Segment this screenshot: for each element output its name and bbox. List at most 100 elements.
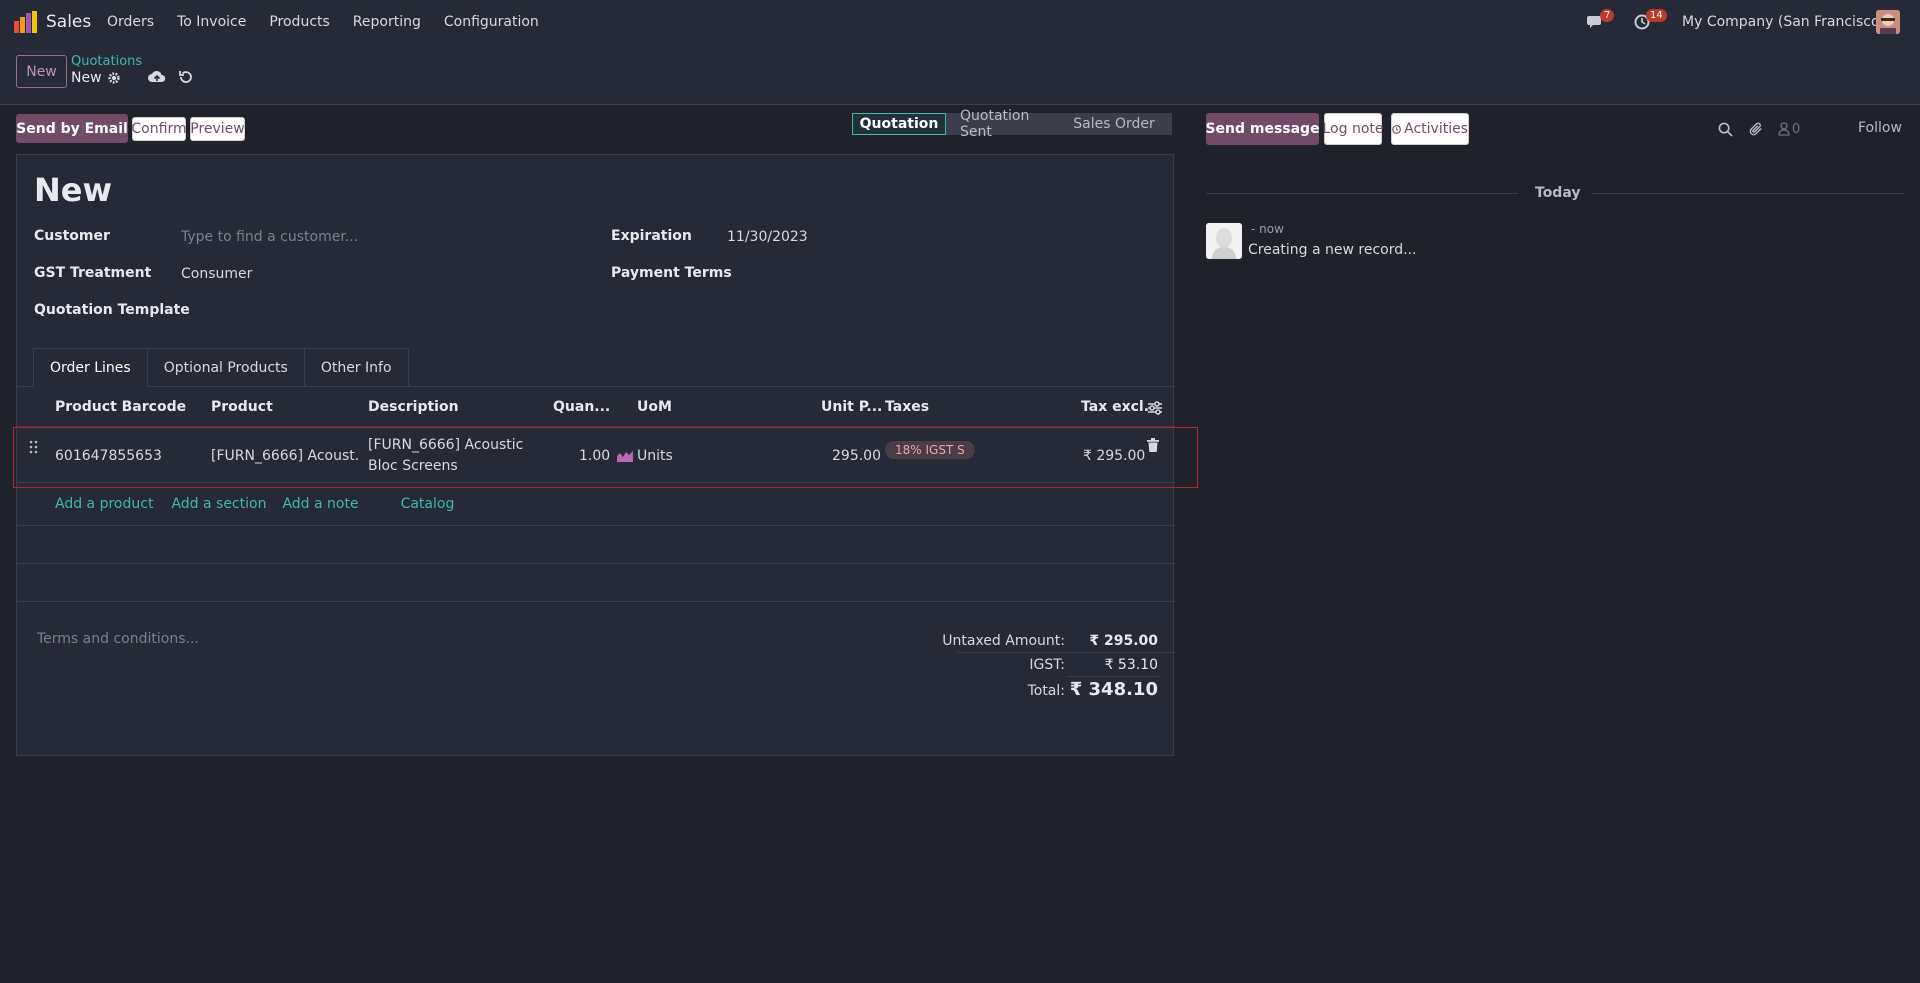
cell-barcode[interactable]: 601647855653 (55, 448, 162, 464)
activities-label: Activities (1404, 121, 1468, 137)
menu-reporting[interactable]: Reporting (353, 14, 421, 30)
cell-tax-badge[interactable]: 18% IGST S (885, 441, 975, 459)
app-name[interactable]: Sales (46, 12, 91, 32)
user-avatar-icon (1876, 10, 1900, 34)
tab-order-lines[interactable]: Order Lines (33, 348, 148, 387)
date-separator-today: Today (1535, 185, 1581, 201)
total-label: Total: (1027, 683, 1065, 699)
total-value: ₹ 348.10 (1069, 679, 1158, 700)
new-button[interactable]: New (16, 55, 67, 88)
discard-icon[interactable] (178, 69, 194, 85)
sales-app-icon[interactable] (14, 11, 38, 33)
breadcrumb-current: New (71, 70, 102, 86)
activities-button-chatter[interactable]: Activities (1391, 113, 1469, 145)
terms-and-conditions-input[interactable]: Terms and conditions... (37, 631, 199, 647)
messages-badge: 7 (1600, 9, 1615, 22)
message-author-avatar[interactable] (1206, 223, 1242, 259)
add-line-links: Add a product Add a section Add a note C… (55, 496, 454, 512)
add-section-link[interactable]: Add a section (171, 496, 266, 512)
log-note-button[interactable]: Log note (1323, 113, 1384, 145)
cell-description-line1[interactable]: [FURN_6666] Acoustic (368, 437, 523, 453)
table-row[interactable]: 601647855653 [FURN_6666] Acoust... [FURN… (17, 428, 1175, 483)
cell-product[interactable]: [FURN_6666] Acoust... (211, 448, 359, 464)
message-timestamp: - now (1251, 222, 1284, 236)
add-note-link[interactable]: Add a note (282, 496, 358, 512)
cell-description-line2[interactable]: Bloc Screens (368, 458, 458, 474)
col-uom[interactable]: UoM (637, 399, 672, 415)
expiration-label: Expiration (611, 228, 692, 244)
confirm-button[interactable]: Confirm (131, 117, 187, 141)
cell-uom[interactable]: Units (637, 448, 673, 464)
date-divider (1206, 193, 1518, 194)
follow-button[interactable]: Follow (1858, 120, 1902, 136)
drag-handle-icon[interactable] (29, 440, 39, 454)
tab-other-info[interactable]: Other Info (303, 348, 409, 387)
menu-to-invoice[interactable]: To Invoice (177, 14, 246, 30)
untaxed-amount-label: Untaxed Amount: (942, 633, 1065, 649)
customer-label: Customer (34, 228, 110, 244)
igst-value: ₹ 53.10 (1104, 657, 1158, 673)
menu-products[interactable]: Products (269, 14, 329, 30)
record-title: New (34, 171, 113, 209)
notebook-tabs: Order Lines Optional Products Other Info (33, 348, 409, 387)
user-icon[interactable] (1778, 122, 1790, 136)
col-product-barcode[interactable]: Product Barcode (55, 399, 186, 415)
row-divider (17, 525, 1175, 526)
optional-columns-icon[interactable] (1147, 401, 1163, 415)
col-description[interactable]: Description (368, 399, 459, 415)
forecast-chart-icon[interactable] (617, 450, 633, 462)
activities-badge: 14 (1646, 9, 1667, 22)
message-body: Creating a new record... (1248, 242, 1417, 258)
control-panel: New Quotations New (0, 45, 1920, 105)
payment-terms-label: Payment Terms (611, 265, 732, 281)
preview-button[interactable]: Preview (190, 117, 245, 141)
stage-sales-order[interactable]: Sales Order (1056, 113, 1172, 135)
trash-icon[interactable] (1147, 438, 1159, 452)
add-product-link[interactable]: Add a product (55, 496, 153, 512)
followers-count[interactable]: 0 (1792, 122, 1800, 137)
date-divider (1592, 193, 1904, 194)
cell-unit-price[interactable]: 295.00 (832, 448, 881, 464)
search-icon[interactable] (1718, 122, 1733, 137)
cell-subtotal: ₹ 295.00 (1083, 448, 1146, 464)
send-message-button[interactable]: Send message (1205, 113, 1320, 145)
main-menu: Orders To Invoice Products Reporting Con… (107, 14, 562, 30)
send-by-email-button[interactable]: Send by Email (16, 114, 128, 143)
gst-treatment-select[interactable]: Consumer (181, 266, 252, 282)
menu-orders[interactable]: Orders (107, 14, 154, 30)
col-taxes[interactable]: Taxes (885, 399, 929, 415)
catalog-link[interactable]: Catalog (401, 496, 455, 512)
gear-icon[interactable] (107, 71, 121, 85)
untaxed-amount-value: ₹ 295.00 (1089, 633, 1158, 649)
col-product[interactable]: Product (211, 399, 273, 415)
breadcrumb-quotations[interactable]: Quotations (71, 54, 142, 69)
expiration-date-input[interactable]: 11/30/2023 (727, 229, 808, 245)
col-quantity[interactable]: Quan... (553, 399, 610, 415)
totals-divider (1067, 676, 1159, 677)
top-navbar: Sales Orders To Invoice Products Reporti… (0, 0, 1920, 45)
paperclip-icon[interactable] (1749, 121, 1764, 137)
messages-button[interactable]: 7 (1587, 9, 1615, 34)
igst-label: IGST: (1029, 657, 1065, 673)
totals-divider (957, 652, 1175, 653)
order-lines-header: Product Barcode Product Description Quan… (17, 387, 1175, 427)
cell-quantity[interactable]: 1.00 (579, 448, 610, 464)
quotation-template-label: Quotation Template (34, 302, 190, 318)
status-bar: Quotation Quotation Sent Sales Order (852, 108, 1172, 140)
clock-icon (1392, 124, 1401, 134)
company-switcher[interactable]: My Company (San Francisco) (1682, 14, 1885, 30)
col-unit-price[interactable]: Unit P... (821, 399, 882, 415)
stage-quotation-sent[interactable]: Quotation Sent (946, 108, 1056, 140)
chatter-toolbar: 0 (1718, 121, 1800, 137)
tab-optional-products[interactable]: Optional Products (146, 348, 305, 387)
row-divider (17, 601, 1175, 602)
stage-quotation[interactable]: Quotation (852, 113, 946, 135)
gst-treatment-label: GST Treatment (34, 265, 152, 281)
menu-configuration[interactable]: Configuration (444, 14, 539, 30)
user-avatar[interactable] (1876, 10, 1900, 34)
col-tax-excl[interactable]: Tax excl. (1081, 399, 1149, 415)
save-cloud-icon[interactable] (148, 69, 166, 85)
default-avatar-icon (1206, 223, 1242, 259)
activities-button[interactable]: 14 (1634, 9, 1667, 34)
customer-input[interactable]: Type to find a customer... (181, 229, 581, 245)
